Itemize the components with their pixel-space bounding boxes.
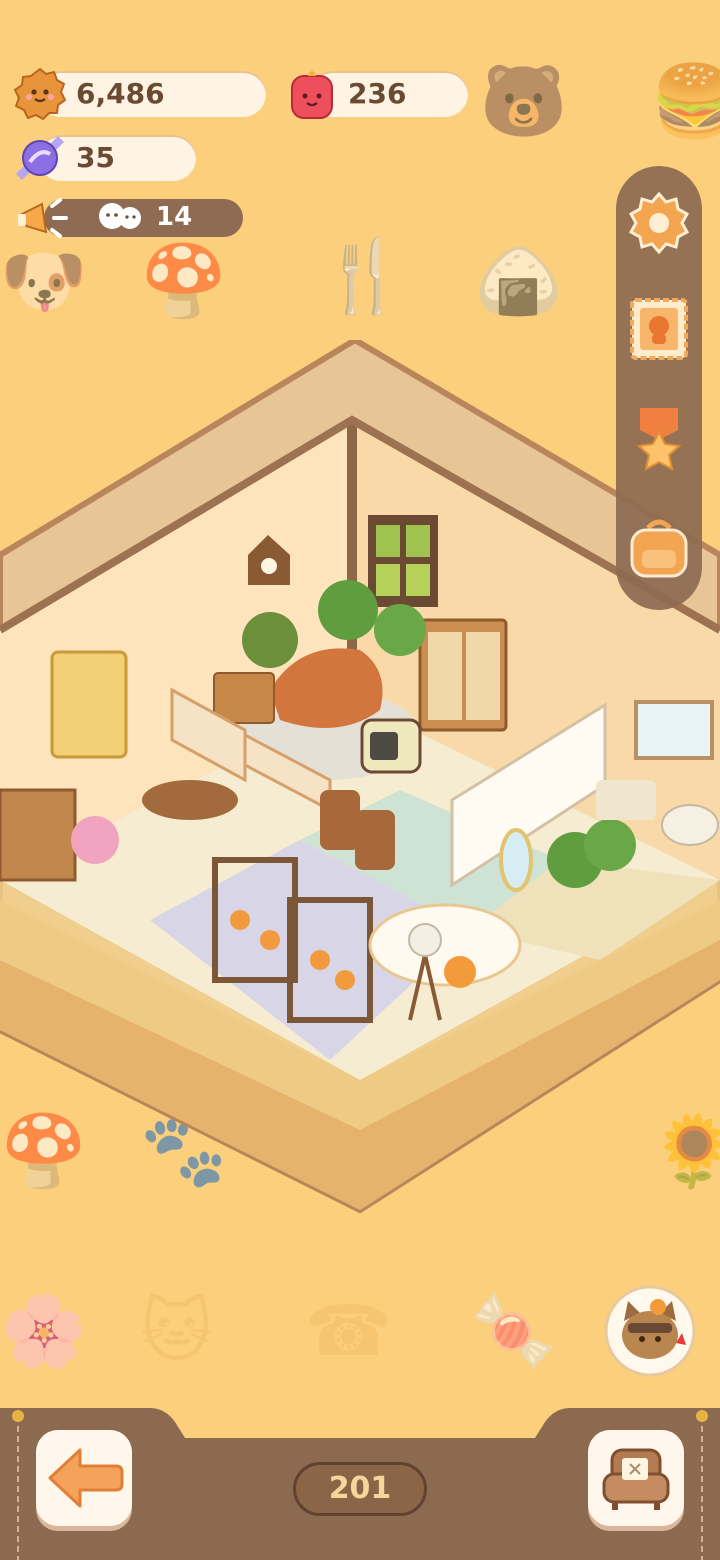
medal-icon[interactable] bbox=[624, 404, 694, 474]
background-pattern: ☎ bbox=[305, 1290, 393, 1372]
red-jelly-icon bbox=[291, 71, 333, 119]
visitor-count: 14 bbox=[156, 202, 193, 232]
level-badge: 201 bbox=[293, 1462, 427, 1516]
cookie-counter[interactable]: 6,486 bbox=[38, 71, 266, 117]
room-scene[interactable] bbox=[0, 340, 720, 1220]
background-pattern: 🐱 bbox=[140, 1290, 213, 1372]
visitors-icon bbox=[99, 203, 141, 229]
cookie-count: 6,486 bbox=[76, 77, 165, 110]
background-pattern: 🍙 bbox=[475, 240, 563, 322]
backpack-icon[interactable] bbox=[624, 514, 694, 584]
cat-helper-button[interactable] bbox=[602, 1283, 698, 1379]
settings-icon[interactable] bbox=[624, 188, 694, 258]
candy-count: 35 bbox=[76, 141, 115, 174]
back-button[interactable] bbox=[36, 1430, 132, 1526]
background-pattern: 🍄 bbox=[140, 240, 228, 322]
background-pattern: 🐶 bbox=[0, 240, 88, 322]
background-pattern: 🍔 bbox=[650, 60, 720, 142]
arrow-left-icon bbox=[48, 1448, 124, 1508]
cookie-icon bbox=[13, 67, 67, 121]
background-pattern: 🌸 bbox=[0, 1290, 88, 1372]
background-pattern: 🍴 bbox=[320, 235, 408, 317]
candy-icon bbox=[16, 136, 64, 180]
furniture-button[interactable] bbox=[588, 1430, 684, 1526]
armchair-icon bbox=[602, 1448, 670, 1510]
background-pattern: 🐻 bbox=[480, 60, 568, 142]
background-pattern: 🍬 bbox=[470, 1290, 558, 1372]
megaphone-icon bbox=[18, 198, 68, 238]
stamp-card-icon[interactable] bbox=[624, 294, 694, 364]
gem-count: 236 bbox=[348, 77, 407, 110]
side-menu bbox=[616, 166, 702, 610]
